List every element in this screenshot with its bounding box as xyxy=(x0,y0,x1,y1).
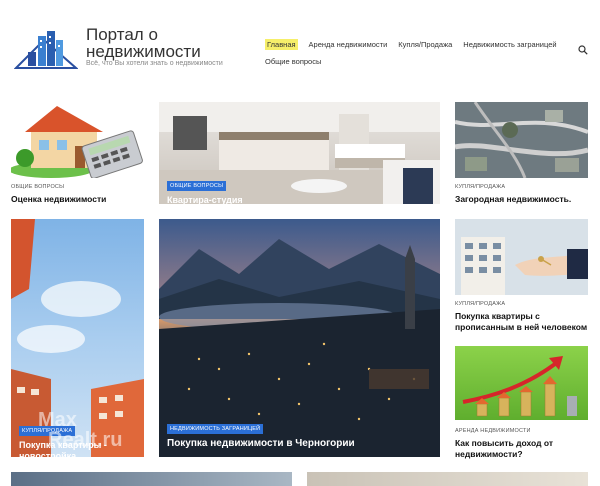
post-card-income[interactable]: АРЕНДА НЕДВИЖИМОСТИ Как повысить доход о… xyxy=(455,346,588,462)
nav-item-buy-sell[interactable]: Купля/Продажа xyxy=(398,40,452,49)
post-category[interactable]: КУПЛЯ/ПРОДАЖА xyxy=(455,184,505,190)
search-icon[interactable] xyxy=(578,45,588,55)
site-description: Всё, что Вы хотели знать о недвижимости xyxy=(86,60,223,67)
post-card-valuation[interactable]: ОБЩИЕ ВОПРОСЫ Оценка недвижимости xyxy=(11,102,144,212)
post-card-registered-person[interactable]: КУПЛЯ/ПРОДАЖА Покупка квартиры с прописа… xyxy=(455,219,588,335)
nav-item-general[interactable]: Общие вопросы xyxy=(265,57,321,66)
post-card-partial[interactable] xyxy=(307,472,588,486)
house-logo-icon[interactable] xyxy=(14,28,78,72)
site-header: Портал о недвижимости Всё, что Вы хотели… xyxy=(0,0,600,90)
main-nav: Главная Аренда недвижимости Купля/Продаж… xyxy=(265,38,565,67)
post-card-country[interactable]: КУПЛЯ/ПРОДАЖА Загородная недвижимость. xyxy=(455,102,588,212)
watermark-line: Max xyxy=(38,409,77,431)
post-title[interactable]: Загородная недвижимость. xyxy=(455,194,571,205)
post-image[interactable] xyxy=(455,346,588,420)
post-card-studio[interactable]: ОБЩИЕ ВОПРОСЫ Квартира-студия xyxy=(159,102,440,204)
post-card-montenegro[interactable]: НЕДВИЖИМОСТЬ ЗАГРАНИЦЕЙ Покупка недвижим… xyxy=(159,219,440,457)
nav-item-home[interactable]: Главная xyxy=(265,38,298,50)
site-title[interactable]: Портал о недвижимости xyxy=(86,26,226,60)
post-title[interactable]: Как повысить доход от недвижимости? xyxy=(455,438,588,460)
post-category-badge[interactable]: ОБЩИЕ ВОПРОСЫ xyxy=(167,181,227,191)
post-category[interactable]: КУПЛЯ/ПРОДАЖА xyxy=(455,301,505,307)
post-category[interactable]: ОБЩИЕ ВОПРОСЫ xyxy=(11,184,64,190)
nav-item-abroad[interactable]: Недвижимость заграницей xyxy=(463,40,556,49)
post-title[interactable]: Квартира-студия xyxy=(167,195,243,204)
post-image[interactable] xyxy=(11,102,144,178)
watermark-logo: Max Realt.ru xyxy=(38,410,122,450)
post-category[interactable]: АРЕНДА НЕДВИЖИМОСТИ xyxy=(455,428,531,434)
post-title[interactable]: Оценка недвижимости xyxy=(11,194,106,205)
watermark-line: Realt.ru xyxy=(48,429,123,451)
post-image[interactable] xyxy=(455,102,588,178)
post-title[interactable]: Покупка квартиры с прописанным в ней чел… xyxy=(455,311,588,333)
post-card-partial[interactable] xyxy=(11,472,292,486)
post-image[interactable] xyxy=(455,219,588,295)
post-category-badge[interactable]: НЕДВИЖИМОСТЬ ЗАГРАНИЦЕЙ xyxy=(167,424,264,434)
post-title[interactable]: Покупка недвижимости в Черногории xyxy=(167,438,355,449)
nav-item-rent[interactable]: Аренда недвижимости xyxy=(309,40,388,49)
